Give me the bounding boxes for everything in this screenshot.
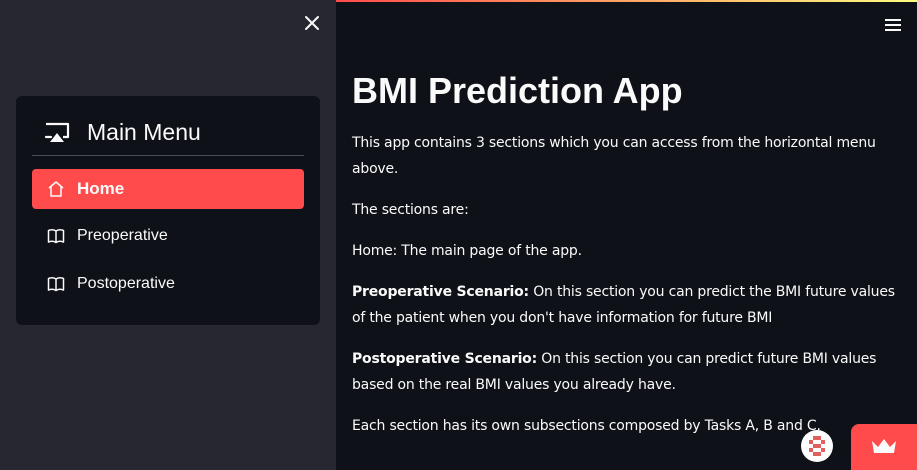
main-content: BMI Prediction App This app contains 3 s…: [352, 68, 897, 454]
main-menu: Main Menu Home Preoperative Postoperativ…: [16, 96, 320, 325]
hamburger-icon: [885, 19, 901, 31]
menu-item-label: Postoperative: [77, 275, 175, 292]
postoperative-description: Postoperative Scenario: On this section …: [352, 346, 897, 398]
close-icon: [305, 16, 319, 30]
preoperative-description: Preoperative Scenario: On this section y…: [352, 279, 897, 331]
postoperative-title: Postoperative Scenario:: [352, 351, 537, 367]
page-title: BMI Prediction App: [352, 70, 683, 111]
menu-item-postoperative[interactable]: Postoperative: [32, 264, 304, 304]
house-icon: [48, 181, 64, 197]
crown-icon: [872, 439, 896, 453]
status-avatar[interactable]: [801, 430, 833, 462]
menu-item-label: Home: [77, 179, 125, 198]
preoperative-title: Preoperative Scenario:: [352, 284, 529, 300]
home-description: Home: The main page of the app.: [352, 243, 582, 259]
close-sidebar-button[interactable]: [302, 13, 322, 33]
header-decoration: [336, 0, 917, 2]
sidebar: Main Menu Home Preoperative Postoperativ…: [0, 0, 336, 470]
pixel-avatar-icon: [809, 436, 825, 456]
menu-header: Main Menu: [32, 110, 304, 156]
menu-item-home[interactable]: Home: [32, 169, 304, 209]
main-menu-button[interactable]: [884, 17, 902, 33]
streamlit-badge-button[interactable]: [851, 424, 917, 470]
menu-title: Main Menu: [87, 119, 201, 145]
book-icon: [47, 229, 65, 244]
book-icon: [47, 277, 65, 292]
menu-item-label: Preoperative: [77, 227, 168, 244]
intro-text: This app contains 3 sections which you c…: [352, 135, 876, 177]
menu-item-preoperative[interactable]: Preoperative: [32, 216, 304, 256]
sections-label: The sections are:: [352, 202, 469, 218]
cast-icon: [44, 122, 70, 142]
